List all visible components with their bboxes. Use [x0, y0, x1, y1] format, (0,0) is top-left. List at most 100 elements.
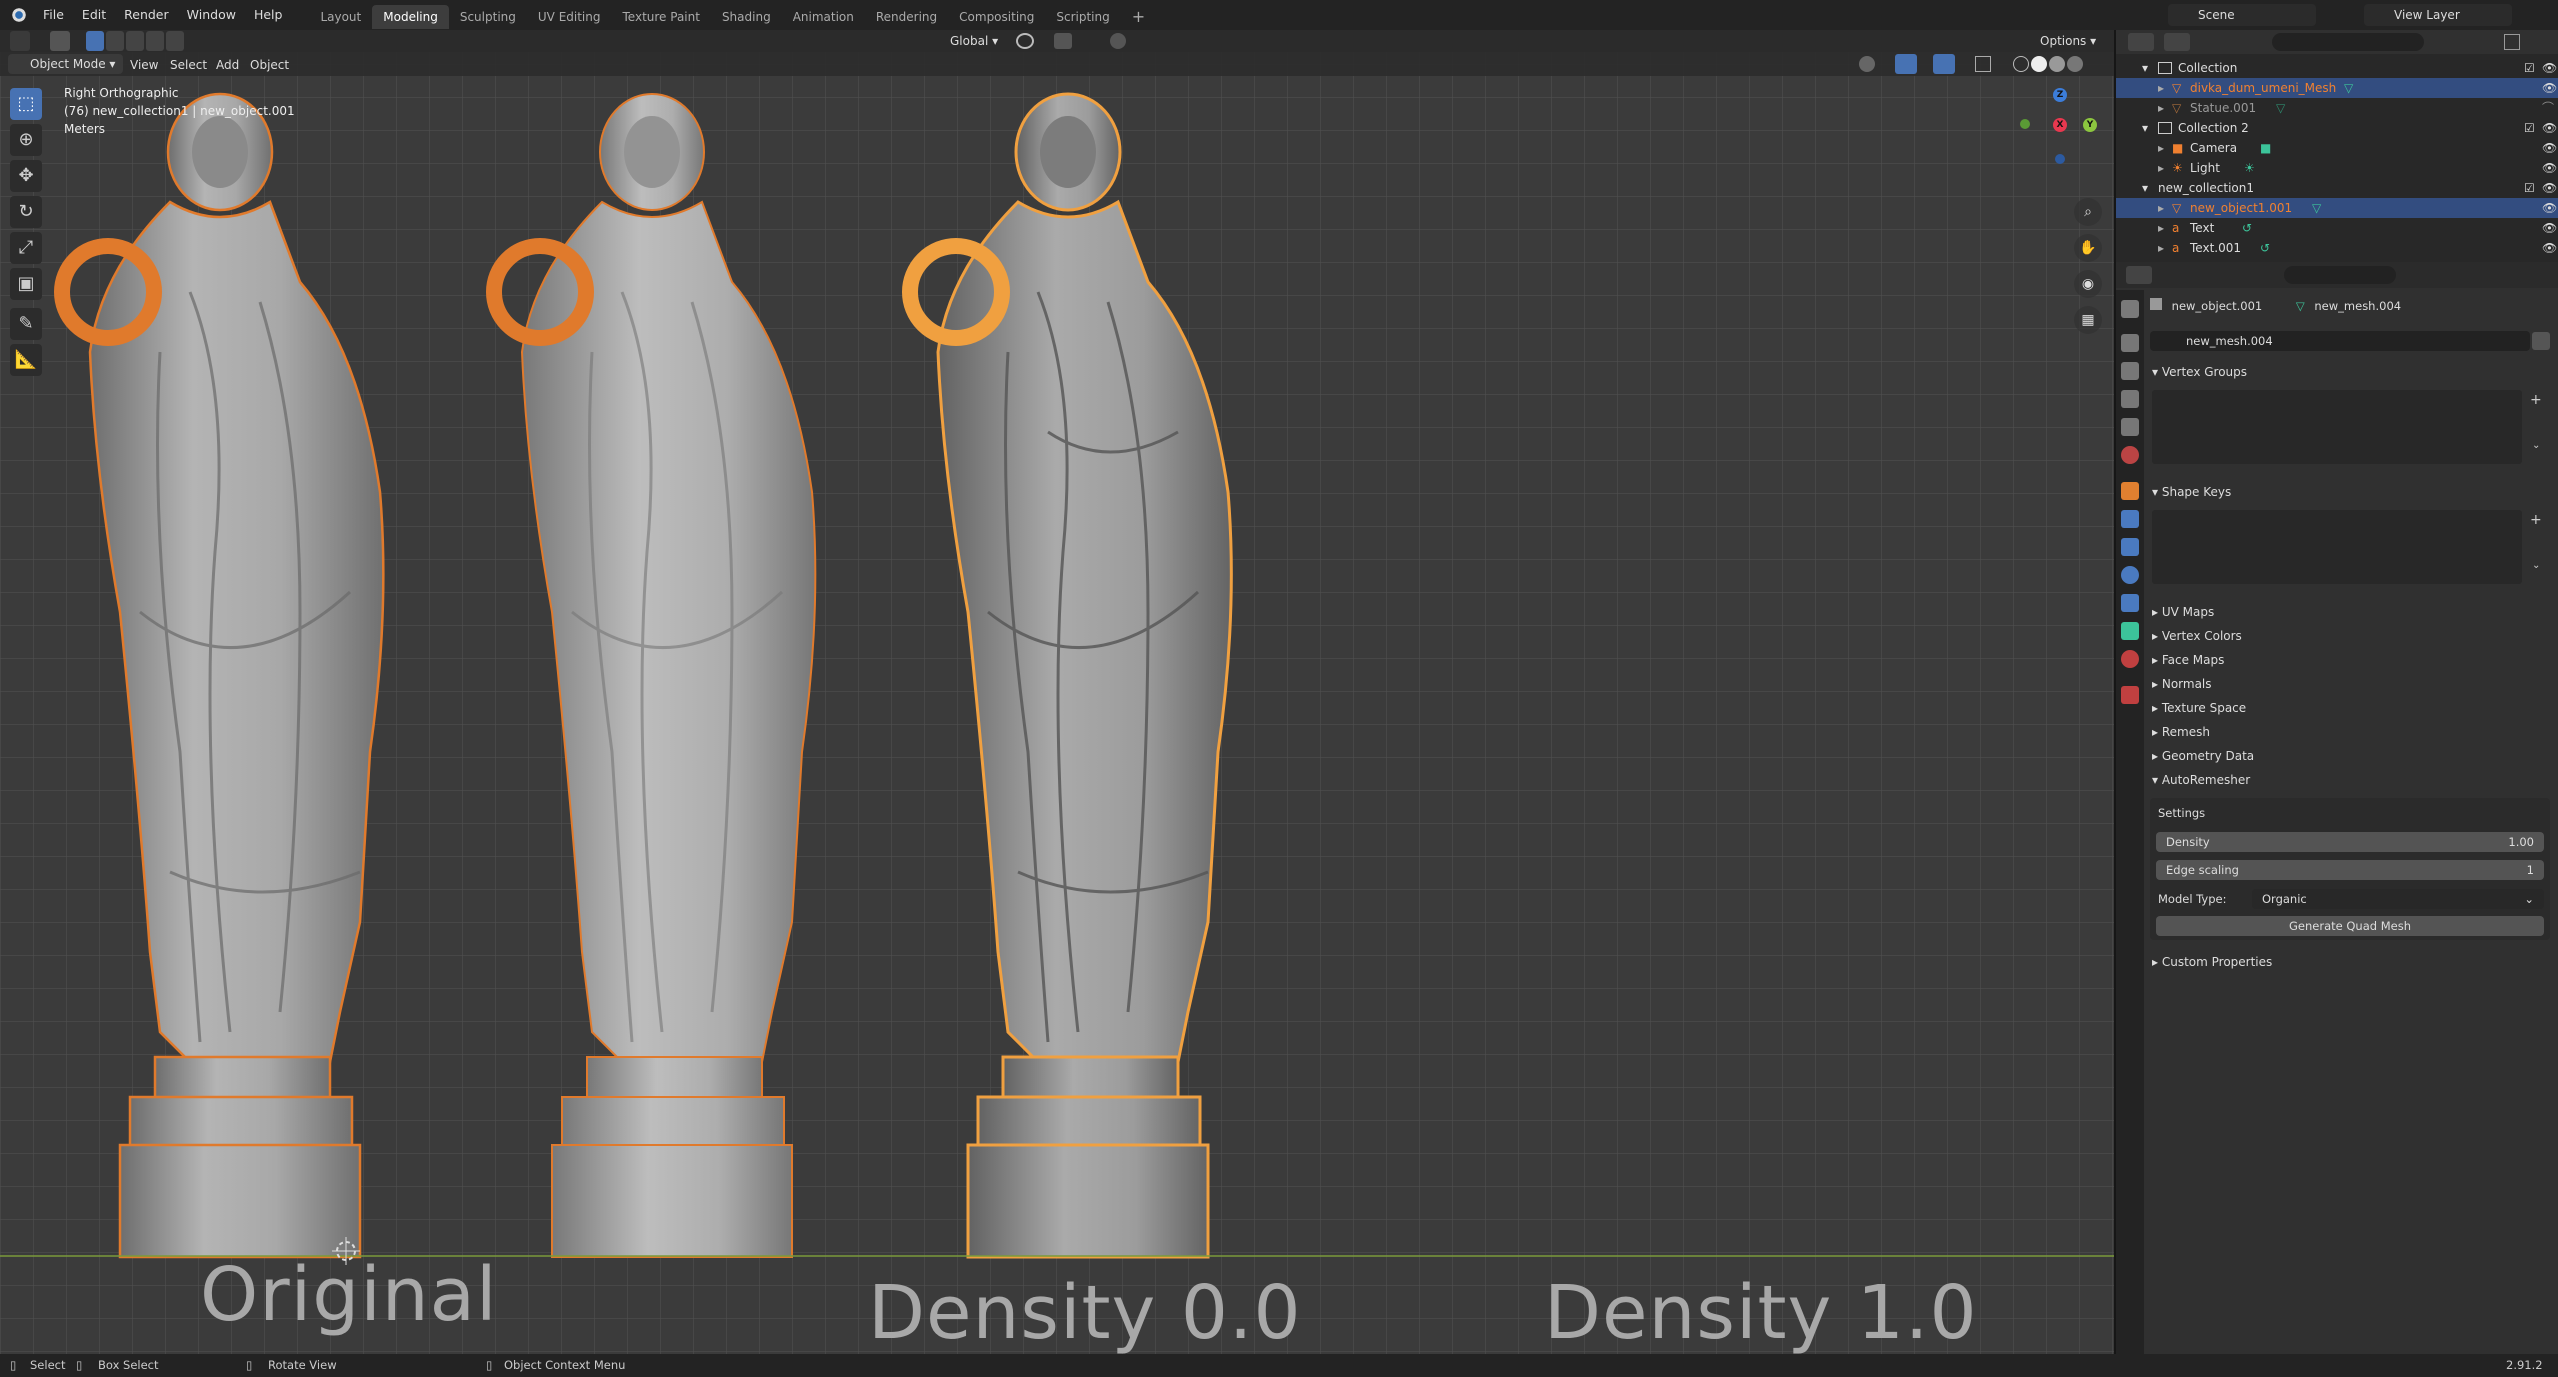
tab-modeling[interactable]: Modeling — [372, 4, 449, 29]
scene-selector[interactable]: Scene — [2168, 4, 2316, 26]
particles-tab-icon[interactable] — [2121, 538, 2139, 556]
panel-texture-space[interactable]: ▸ Texture Space — [2146, 696, 2550, 720]
expand-icon[interactable]: ▸ — [2158, 238, 2164, 258]
expand-icon[interactable]: ▸ — [2158, 198, 2164, 218]
properties-search-input[interactable] — [2284, 266, 2396, 284]
eye-icon[interactable]: 👁 — [2542, 58, 2557, 78]
camera-view-icon[interactable]: ◉ — [2074, 270, 2102, 298]
outliner-row-collection-2[interactable]: ▾ Collection 2 ☑ 👁 — [2116, 118, 2558, 138]
fake-user-icon[interactable] — [2532, 332, 2550, 350]
shape-keys-list[interactable] — [2152, 510, 2522, 584]
zoom-icon[interactable]: ⌕ — [2074, 198, 2102, 226]
add-shape-key-icon[interactable]: + — [2530, 512, 2542, 528]
menu-window[interactable]: Window — [178, 0, 245, 30]
tool-tab-icon[interactable] — [2121, 300, 2139, 318]
tab-animation[interactable]: Animation — [782, 5, 865, 29]
scale-tool-icon[interactable]: ⤢ — [10, 232, 42, 264]
select-mode-extend-icon[interactable] — [106, 31, 124, 51]
object-mode-dropdown[interactable]: Object Mode ▾ — [8, 54, 124, 74]
texture-tab-icon[interactable] — [2121, 686, 2139, 704]
physics-tab-icon[interactable] — [2121, 566, 2139, 584]
visibility-icon[interactable] — [1859, 56, 1875, 72]
outliner-row-statue[interactable]: ▸ ▽ Statue.001 ▽ ⌒ — [2116, 98, 2558, 118]
add-workspace-icon[interactable]: + — [1121, 5, 1156, 29]
menu-file[interactable]: File — [34, 0, 73, 30]
annotate-tool-icon[interactable]: ✎ — [10, 308, 42, 340]
xray-icon[interactable] — [1975, 56, 1991, 72]
pivot-icon[interactable] — [1016, 33, 1034, 49]
outliner-display-mode-icon[interactable] — [2164, 33, 2190, 51]
panel-face-maps[interactable]: ▸ Face Maps — [2146, 648, 2550, 672]
checkbox-icon[interactable]: ☑ — [2524, 178, 2535, 198]
eye-icon[interactable]: 👁 — [2542, 238, 2557, 258]
options-dropdown[interactable]: Options ▾ — [2040, 30, 2096, 52]
blender-logo-icon[interactable] — [8, 5, 28, 25]
eye-icon[interactable]: 👁 — [2542, 218, 2557, 238]
area-divider[interactable] — [2114, 30, 2116, 1354]
menu-view[interactable]: View — [122, 54, 166, 76]
panel-vertex-colors[interactable]: ▸ Vertex Colors — [2146, 624, 2550, 648]
move-tool-icon[interactable]: ✥ — [10, 160, 42, 192]
collapse-icon[interactable]: ▾ — [2142, 178, 2148, 198]
outliner-row-light[interactable]: ▸ ☀ Light ☀ 👁 — [2116, 158, 2558, 178]
panel-geometry-data[interactable]: ▸ Geometry Data — [2146, 744, 2550, 768]
proportional-edit-icon[interactable] — [1110, 33, 1126, 49]
cursor-tool-icon[interactable]: ⊕ — [10, 124, 42, 156]
vertex-group-menu-icon[interactable]: ⌄ — [2532, 440, 2540, 451]
panel-custom-properties[interactable]: ▸ Custom Properties — [2146, 950, 2550, 974]
3d-viewport[interactable]: Original Density 0.0 Density 1.0 Right O… — [0, 52, 2114, 1354]
render-tab-icon[interactable] — [2121, 334, 2139, 352]
pan-hand-icon[interactable]: ✋ — [2074, 234, 2102, 262]
eye-icon[interactable]: 👁 — [2542, 198, 2557, 218]
eye-closed-icon[interactable]: ⌒ — [2542, 98, 2554, 118]
mesh-datablock-selector[interactable]: new_mesh.004 — [2150, 331, 2530, 351]
output-tab-icon[interactable] — [2121, 362, 2139, 380]
measure-tool-icon[interactable]: 📐 — [10, 344, 42, 376]
tab-compositing[interactable]: Compositing — [948, 5, 1045, 29]
tab-sculpting[interactable]: Sculpting — [449, 5, 527, 29]
mesh-data-tab-icon[interactable] — [2121, 622, 2139, 640]
outliner-row-new-collection1[interactable]: ▾ new_collection1 ☑ 👁 — [2116, 178, 2558, 198]
select-box-icon[interactable] — [50, 31, 70, 51]
scene-tab-icon[interactable] — [2121, 418, 2139, 436]
eye-icon[interactable]: 👁 — [2542, 158, 2557, 178]
tab-scripting[interactable]: Scripting — [1045, 5, 1120, 29]
editor-type-icon[interactable] — [10, 31, 30, 51]
object-tab-icon[interactable] — [2121, 482, 2139, 500]
material-tab-icon[interactable] — [2121, 650, 2139, 668]
modifier-tab-icon[interactable] — [2121, 510, 2139, 528]
menu-object[interactable]: Object — [242, 54, 297, 76]
shading-solid-icon[interactable] — [2031, 56, 2047, 72]
tab-rendering[interactable]: Rendering — [865, 5, 948, 29]
shading-wireframe-icon[interactable] — [2013, 56, 2029, 72]
density-field[interactable]: Density 1.00 — [2156, 832, 2544, 852]
outliner-row-new-object[interactable]: ▸ ▽ new_object1.001 ▽ 👁 — [2116, 198, 2558, 218]
expand-icon[interactable]: ▸ — [2158, 98, 2164, 118]
snap-icon[interactable] — [1054, 33, 1072, 49]
panel-normals[interactable]: ▸ Normals — [2146, 672, 2550, 696]
outliner-row-text-001[interactable]: ▸ a Text.001 ↺ 👁 — [2116, 238, 2558, 258]
expand-icon[interactable]: ▸ — [2158, 78, 2164, 98]
transform-tool-icon[interactable]: ▣ — [10, 268, 42, 300]
eye-icon[interactable]: 👁 — [2542, 178, 2557, 198]
select-mode-intersect-icon[interactable] — [166, 31, 184, 51]
eye-icon[interactable]: 👁 — [2542, 118, 2557, 138]
transform-orientation[interactable]: Global ▾ — [930, 30, 998, 52]
collapse-icon[interactable]: ▾ — [2142, 58, 2148, 78]
panel-shape-keys[interactable]: ▾ Shape Keys — [2146, 480, 2550, 504]
edge-scaling-field[interactable]: Edge scaling 1 — [2156, 860, 2544, 880]
gizmo-toggle-icon[interactable] — [1895, 54, 1917, 74]
eye-icon[interactable]: 👁 — [2542, 138, 2557, 158]
panel-autoremesher[interactable]: ▾ AutoRemesher — [2146, 768, 2550, 792]
checkbox-icon[interactable]: ☑ — [2524, 58, 2535, 78]
shading-rendered-icon[interactable] — [2067, 56, 2083, 72]
vertex-groups-list[interactable] — [2152, 390, 2522, 464]
shading-material-icon[interactable] — [2049, 56, 2065, 72]
outliner-row-text[interactable]: ▸ a Text ↺ 👁 — [2116, 218, 2558, 238]
properties-editor-icon[interactable] — [2126, 266, 2152, 284]
select-mode-invert-icon[interactable] — [146, 31, 164, 51]
panel-remesh[interactable]: ▸ Remesh — [2146, 720, 2550, 744]
outliner-row-divka[interactable]: ▸ ▽ divka_dum_umeni_Mesh ▽ 👁 — [2116, 78, 2558, 98]
outliner-row-collection[interactable]: ▾ Collection ☑ 👁 — [2116, 58, 2558, 78]
world-tab-icon[interactable] — [2121, 446, 2139, 464]
